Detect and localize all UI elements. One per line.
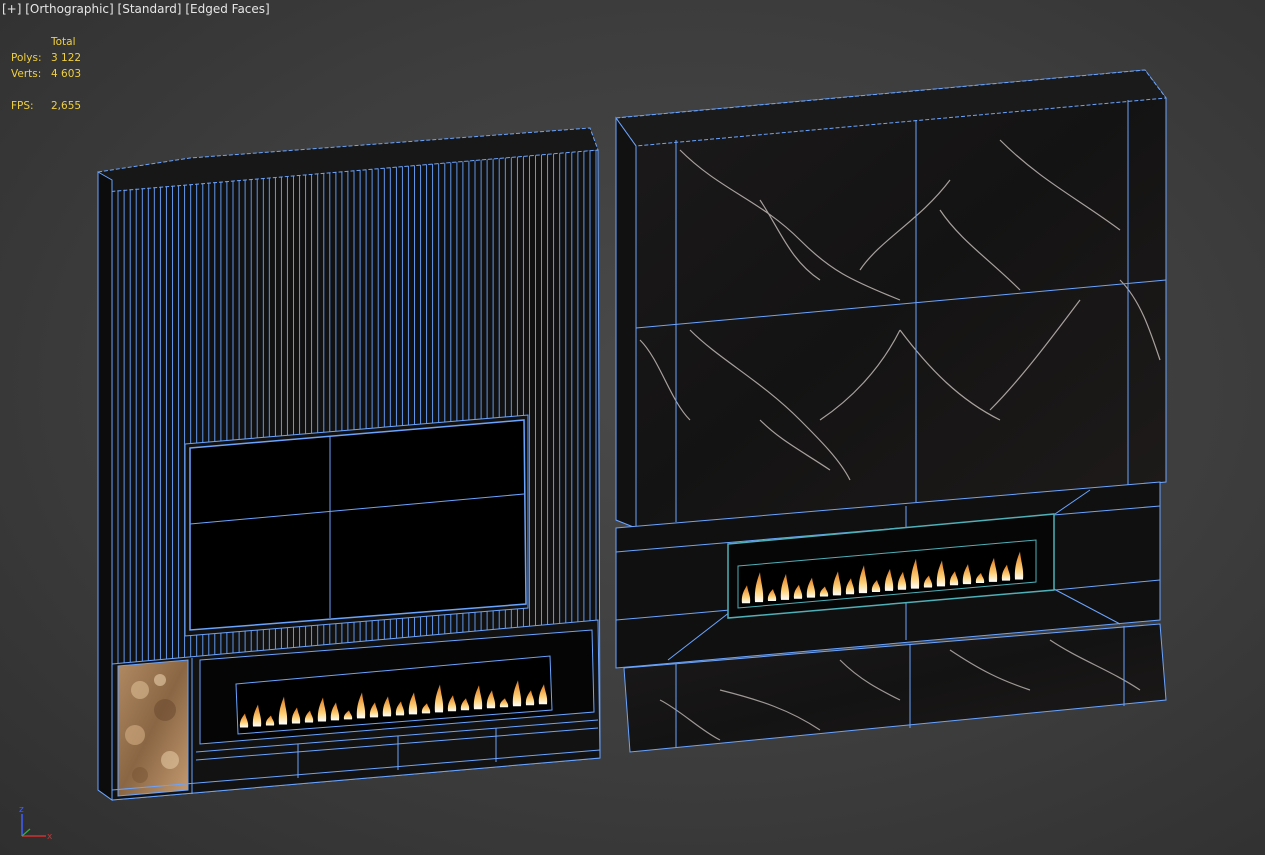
left-side-face: [97, 171, 113, 801]
axis-x-label: x: [47, 832, 53, 842]
left-tv-screen[interactable]: [189, 419, 527, 631]
right-side-face: [615, 116, 637, 529]
axis-z-label: z: [19, 805, 24, 815]
viewport-canvas[interactable]: x z: [0, 0, 1265, 855]
right-fireplace-model[interactable]: [615, 69, 1167, 753]
axis-gizmo-icon: x z: [19, 805, 53, 842]
left-fireplace-model[interactable]: [97, 127, 601, 801]
